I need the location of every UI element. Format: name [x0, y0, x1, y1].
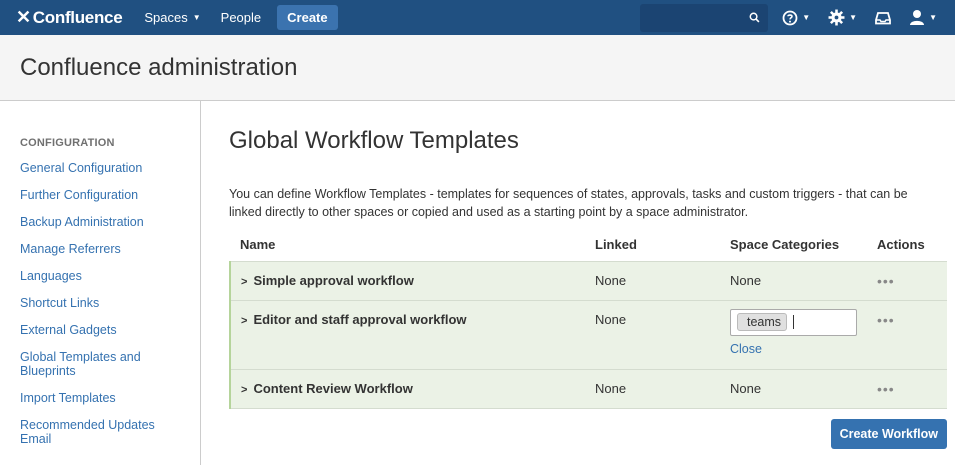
page-title: Confluence administration	[20, 53, 298, 81]
main-content: Global Workflow Templates You can define…	[201, 101, 955, 465]
notifications-icon	[875, 11, 891, 24]
column-header-actions: Actions	[877, 237, 925, 253]
section-heading: Global Workflow Templates	[229, 127, 519, 154]
chevron-down-icon: ▼	[929, 13, 937, 22]
confluence-logo-text: Confluence	[32, 7, 123, 27]
notifications-button[interactable]	[875, 11, 891, 25]
chevron-down-icon: ▼	[849, 13, 858, 22]
table-row[interactable]: > Simple approval workflow None None •••	[229, 261, 947, 300]
sidebar-item-general-configuration[interactable]: General Configuration	[20, 161, 200, 175]
confluence-logo[interactable]: ✕ Confluence	[16, 7, 123, 28]
more-actions-icon[interactable]: •••	[877, 273, 895, 289]
space-categories-input[interactable]: teams	[730, 308, 857, 336]
workflow-name: Editor and staff approval workflow	[253, 311, 467, 327]
close-link[interactable]: Close	[730, 342, 762, 356]
text-cursor	[793, 315, 795, 329]
column-header-linked: Linked	[595, 237, 637, 253]
space-categories-cell[interactable]: None	[720, 261, 867, 300]
table-header-row: Name Linked Space Categories Actions	[230, 237, 947, 261]
chevron-right-icon[interactable]: >	[241, 276, 247, 288]
spaces-menu[interactable]: Spaces ▼	[134, 0, 210, 35]
sidebar-item-manage-referrers[interactable]: Manage Referrers	[20, 242, 200, 256]
chevron-right-icon[interactable]: >	[241, 315, 247, 327]
sidebar-item-global-templates[interactable]: Global Templates and Blueprints	[20, 350, 160, 378]
help-menu[interactable]: ▼	[782, 10, 810, 26]
user-avatar-icon	[910, 10, 925, 25]
search-input[interactable]	[640, 3, 769, 32]
gear-icon	[828, 9, 845, 26]
sidebar-item-recommended-updates-email[interactable]: Recommended Updates Email	[20, 418, 170, 446]
workflow-name-cell[interactable]: > Content Review Workflow	[229, 369, 585, 408]
page-header: Confluence administration	[0, 35, 955, 101]
chevron-down-icon: ▼	[802, 13, 811, 22]
create-button[interactable]: Create	[277, 5, 338, 30]
table-row[interactable]: > Content Review Workflow None None •••	[229, 369, 947, 408]
chevron-right-icon[interactable]: >	[241, 384, 247, 396]
people-link[interactable]: People	[211, 0, 271, 35]
create-workflow-button[interactable]: Create Workflow	[830, 418, 947, 449]
table-row[interactable]: > Editor and staff approval workflow None…	[229, 300, 947, 369]
sidebar-item-external-gadgets[interactable]: External Gadgets	[20, 323, 200, 337]
top-navigation-bar: ✕ Confluence Spaces ▼ People Create ▼ ▼ …	[0, 0, 955, 35]
workflow-name: Content Review Workflow	[253, 380, 413, 396]
chevron-down-icon: ▼	[192, 13, 201, 22]
workflow-templates-table: Name Linked Space Categories Actions > Si…	[229, 237, 947, 409]
linked-cell: None	[595, 272, 627, 288]
sidebar-item-further-configuration[interactable]: Further Configuration	[20, 188, 200, 202]
spaces-menu-label: Spaces	[144, 10, 188, 25]
more-actions-icon[interactable]: •••	[877, 312, 895, 328]
workflow-name-cell[interactable]: > Editor and staff approval workflow	[229, 300, 585, 369]
sidebar-item-backup-administration[interactable]: Backup Administration	[20, 215, 200, 229]
more-actions-icon[interactable]: •••	[877, 381, 895, 397]
linked-cell: None	[595, 380, 627, 396]
sidebar-item-languages[interactable]: Languages	[20, 269, 200, 283]
confluence-logo-mark: ✕	[16, 7, 31, 27]
user-menu[interactable]: ▼	[909, 9, 937, 26]
linked-cell: None	[595, 311, 627, 327]
workflow-name: Simple approval workflow	[253, 272, 414, 288]
sidebar-item-import-templates[interactable]: Import Templates	[20, 391, 200, 405]
workflow-name-cell[interactable]: > Simple approval workflow	[229, 261, 585, 300]
column-header-name: Name	[240, 237, 276, 253]
search-icon	[749, 12, 760, 23]
sidebar-heading: CONFIGURATION	[20, 137, 115, 149]
help-icon	[782, 10, 798, 25]
people-link-label: People	[220, 10, 262, 25]
sidebar-item-shortcut-links[interactable]: Shortcut Links	[20, 296, 200, 310]
space-categories-cell[interactable]: None	[720, 369, 867, 408]
category-tag[interactable]: teams	[737, 313, 788, 331]
space-categories-cell: teams Close	[720, 300, 867, 369]
settings-menu[interactable]: ▼	[828, 9, 857, 26]
section-description: You can define Workflow Templates - temp…	[229, 187, 908, 219]
admin-sidebar: CONFIGURATION General Configuration Furt…	[0, 101, 201, 465]
column-header-space-categories: Space Categories	[730, 237, 840, 253]
